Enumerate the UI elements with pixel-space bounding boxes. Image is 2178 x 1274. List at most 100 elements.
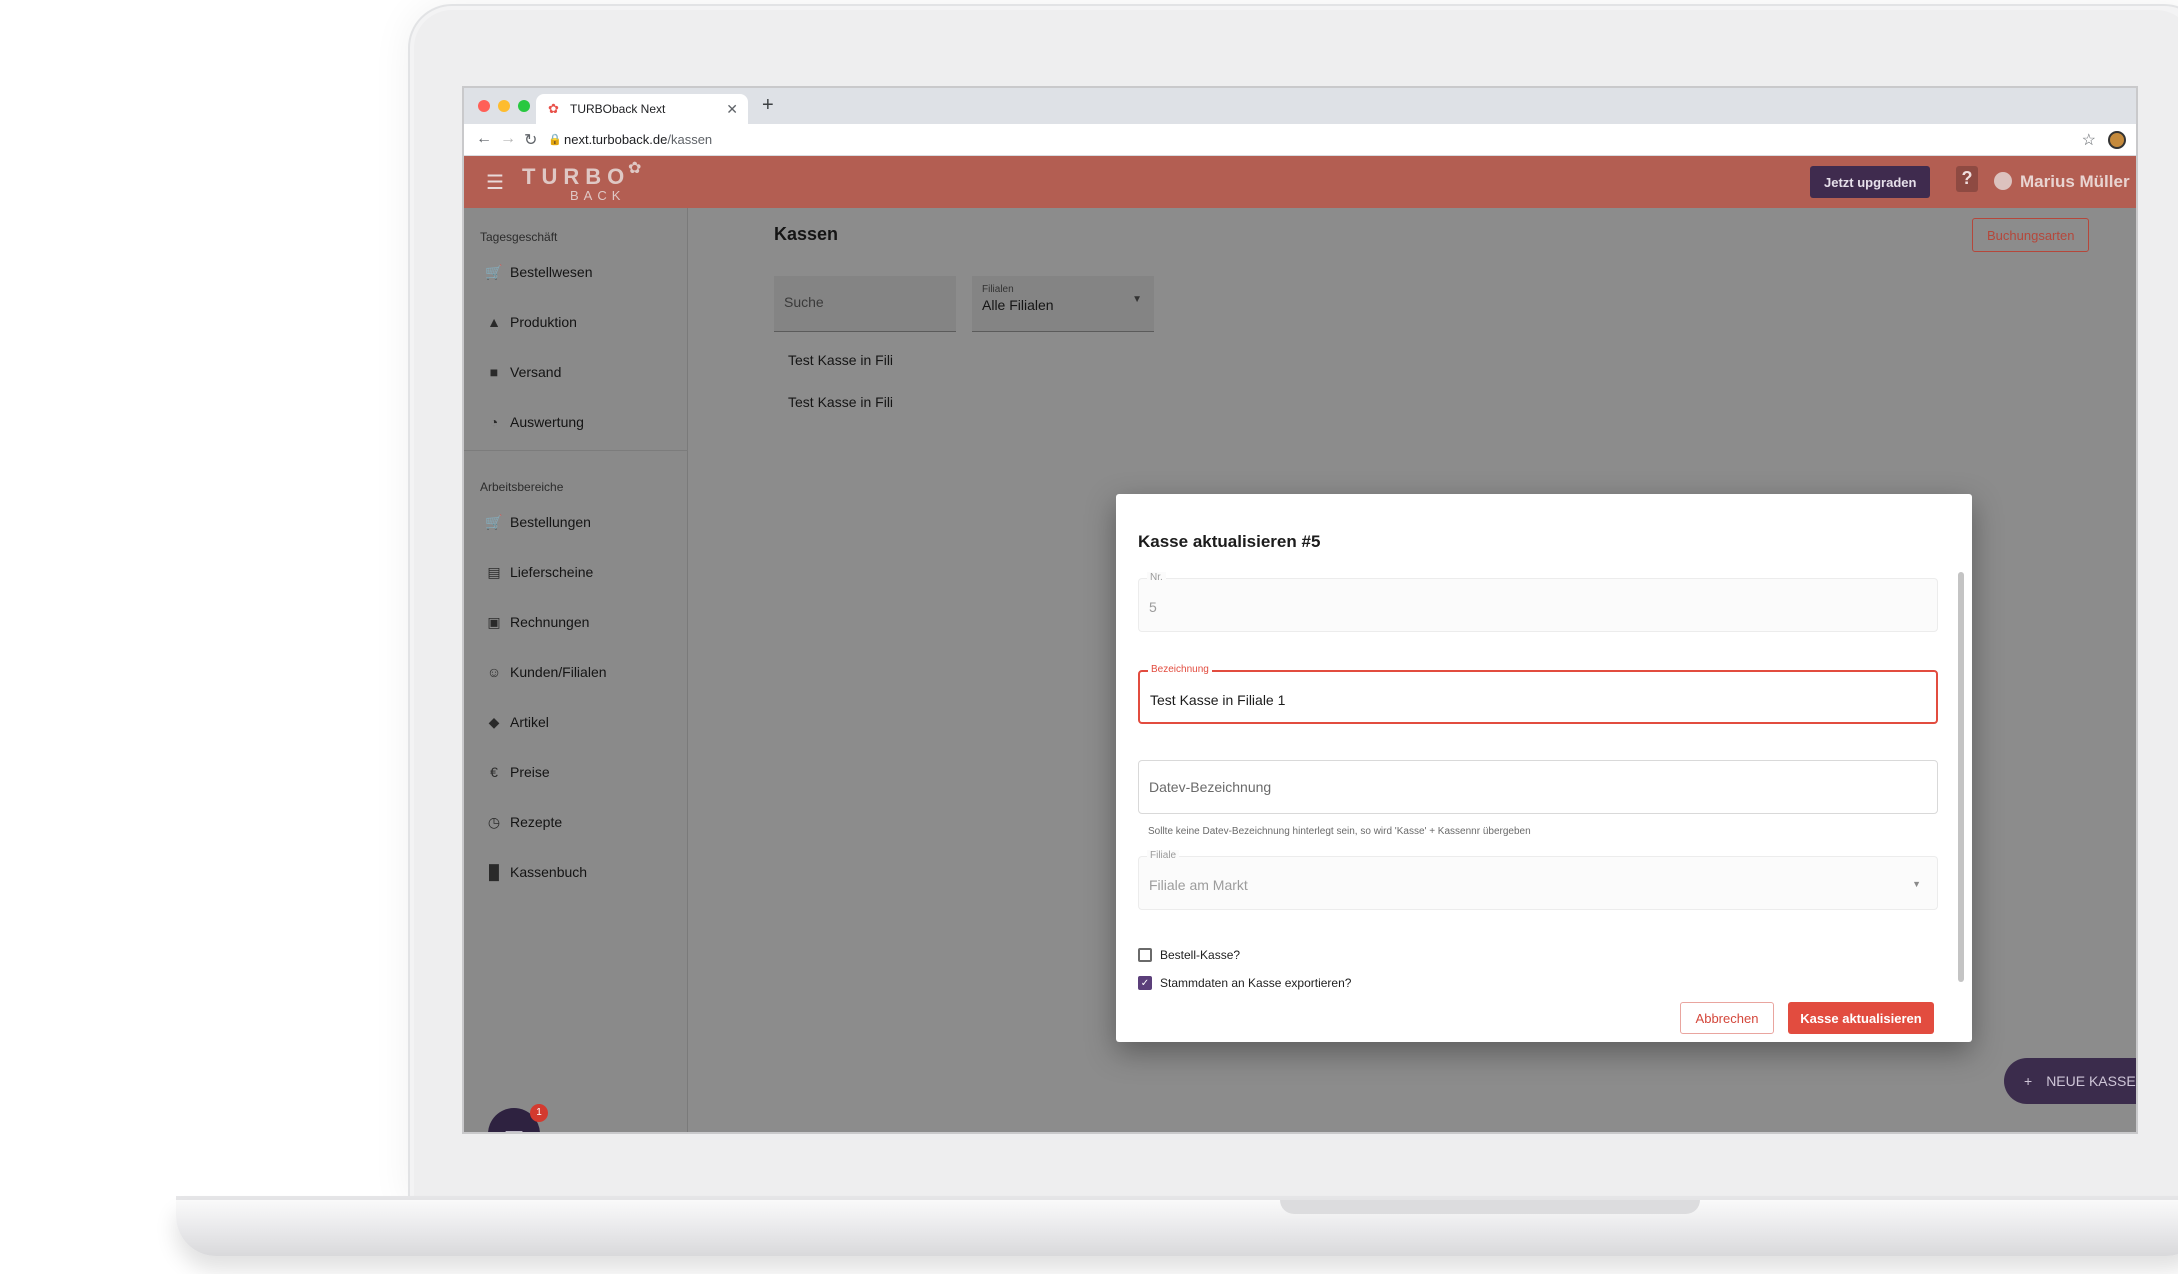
- reload-icon[interactable]: ↻: [524, 130, 537, 150]
- dropdown-caret-icon: ▼: [1132, 294, 1142, 305]
- sidebar-section-tagesgeschaeft: Tagesgeschäft: [480, 230, 558, 244]
- update-kasse-dialog: Kasse aktualisieren #5 Nr. 5 Bezeichnung…: [1116, 494, 1972, 1042]
- sidebar-item-label: Artikel: [510, 714, 549, 730]
- sidebar-item-label: Produktion: [510, 314, 577, 330]
- dropdown-caret-icon: ▼: [1912, 879, 1921, 889]
- stammdaten-export-checkbox-row[interactable]: ✓ Stammdaten an Kasse exportieren?: [1138, 976, 1351, 990]
- sidebar-item-kunden-filialen[interactable]: ☺ Kunden/Filialen: [484, 660, 607, 684]
- bookmark-star-icon[interactable]: ☆: [2082, 130, 2096, 150]
- turboback-logo[interactable]: TURBO BACK: [522, 164, 630, 203]
- sidebar-item-rechnungen[interactable]: ▣ Rechnungen: [484, 610, 589, 634]
- logo-mark-icon: ✿: [628, 160, 642, 177]
- bezeichnung-field[interactable]: Bezeichnung Test Kasse in Filiale 1: [1138, 664, 1938, 724]
- new-kasse-button[interactable]: + NEUE KASSE: [2004, 1058, 2136, 1104]
- bestell-kasse-checkbox[interactable]: [1138, 948, 1152, 962]
- sidebar-item-rezepte[interactable]: ◷ Rezepte: [484, 810, 562, 834]
- truck-icon: ■: [489, 364, 499, 380]
- logo-text-main: TURBO: [522, 164, 631, 189]
- user-name[interactable]: Marius Müller: [2020, 172, 2130, 192]
- close-tab-icon[interactable]: ✕: [726, 101, 738, 118]
- back-arrow-icon[interactable]: ←: [476, 130, 492, 148]
- browser-tab-title: TURBOback Next: [570, 102, 666, 116]
- menu-icon[interactable]: ☰: [486, 170, 504, 195]
- stammdaten-export-checkbox[interactable]: ✓: [1138, 976, 1152, 990]
- chat-unread-badge: 1: [530, 1104, 548, 1122]
- favicon-icon: ✿: [548, 101, 559, 116]
- plus-icon: +: [2024, 1073, 2033, 1089]
- list-item[interactable]: Test Kasse in Fili: [788, 394, 893, 410]
- datev-helper-text: Sollte keine Datev-Bezeichnung hinterleg…: [1148, 826, 1531, 837]
- chat-icon: ▭: [503, 1121, 525, 1134]
- bestell-kasse-checkbox-row[interactable]: Bestell-Kasse?: [1138, 948, 1240, 962]
- filiale-filter-select[interactable]: Filialen Alle Filialen ▼: [972, 276, 1154, 332]
- sidebar-item-label: Kunden/Filialen: [510, 664, 607, 680]
- sidebar-item-versand[interactable]: ■ Versand: [484, 360, 562, 384]
- upgrade-button[interactable]: Jetzt upgraden: [1810, 166, 1931, 198]
- sidebar-item-label: Lieferscheine: [510, 564, 594, 580]
- datev-bezeichnung-field[interactable]: Datev-Bezeichnung: [1138, 760, 1938, 814]
- sidebar-item-produktion[interactable]: ▲ Produktion: [484, 310, 577, 334]
- url-path: /kassen: [667, 132, 713, 147]
- window-minimize-dot[interactable]: [498, 100, 510, 112]
- filiale-select: Filiale Filiale am Markt ▼: [1138, 850, 1938, 910]
- dialog-scrollbar[interactable]: [1958, 572, 1964, 982]
- laptop-notch: [1280, 1200, 1700, 1214]
- datev-placeholder: Datev-Bezeichnung: [1149, 779, 1272, 795]
- sidebar-item-auswertung[interactable]: ◔ Auswertung: [484, 410, 584, 434]
- new-kasse-label: NEUE KASSE: [2046, 1073, 2136, 1089]
- sidebar-item-kassenbuch[interactable]: █ Kassenbuch: [484, 860, 587, 884]
- wallet-icon: ▣: [487, 613, 501, 630]
- main-content: Kassen Buchungsarten Suche Filialen Alle…: [688, 208, 2136, 1132]
- laptop-base: [176, 1200, 2178, 1256]
- forward-arrow-icon[interactable]: →: [500, 130, 516, 148]
- tag-icon: ◆: [488, 713, 500, 730]
- book-icon: █: [489, 864, 499, 880]
- cancel-button[interactable]: Abbrechen: [1680, 1002, 1774, 1034]
- sidebar: Tagesgeschäft 🛒 Bestellwesen ▲ Produktio…: [464, 208, 688, 1134]
- euro-icon: €: [490, 764, 498, 780]
- url-field[interactable]: next.turboback.de/kassen: [564, 132, 712, 147]
- list-item[interactable]: Test Kasse in Fili: [788, 352, 893, 368]
- browser-tab[interactable]: ✿ TURBOback Next ✕: [536, 94, 748, 124]
- clock-icon: ◷: [487, 813, 501, 830]
- sidebar-item-preise[interactable]: € Preise: [484, 760, 550, 784]
- browser-tab-bar: ✿ TURBOback Next ✕ +: [464, 88, 2136, 124]
- buchungsarten-button[interactable]: Buchungsarten: [1972, 218, 2090, 252]
- sidebar-item-label: Auswertung: [510, 414, 584, 430]
- sidebar-divider: [464, 450, 688, 451]
- stammdaten-export-label: Stammdaten an Kasse exportieren?: [1160, 976, 1352, 990]
- sidebar-item-label: Preise: [510, 764, 550, 780]
- window-close-dot[interactable]: [478, 100, 490, 112]
- dialog-title: Kasse aktualisieren #5: [1138, 532, 1321, 551]
- sidebar-item-label: Versand: [510, 364, 562, 380]
- profile-avatar[interactable]: [2108, 131, 2126, 149]
- sidebar-item-bestellwesen[interactable]: 🛒 Bestellwesen: [484, 260, 593, 284]
- calendar-icon: ▤: [487, 563, 501, 580]
- sidebar-item-artikel[interactable]: ◆ Artikel: [484, 710, 549, 734]
- search-input[interactable]: Suche: [774, 276, 956, 332]
- sidebar-item-label: Bestellungen: [510, 514, 591, 530]
- filiale-value: Filiale am Markt: [1149, 877, 1248, 893]
- page-title: Kassen: [774, 224, 839, 244]
- sidebar-item-label: Rechnungen: [510, 614, 590, 630]
- window-maximize-dot[interactable]: [518, 100, 530, 112]
- cart-icon: 🛒: [485, 513, 503, 530]
- cart-icon: 🛒: [485, 263, 503, 280]
- nr-label: Nr.: [1147, 572, 1166, 583]
- user-account-icon[interactable]: [1994, 172, 2012, 190]
- sidebar-item-bestellungen[interactable]: 🛒 Bestellungen: [484, 510, 591, 534]
- app-header: ☰ TURBO BACK ✿ Jetzt upgraden ? Marius M…: [464, 156, 2136, 208]
- filter-label: Filialen: [982, 284, 1014, 295]
- update-kasse-button[interactable]: Kasse aktualisieren: [1788, 1002, 1934, 1034]
- new-tab-icon[interactable]: +: [762, 94, 774, 117]
- bezeichnung-value: Test Kasse in Filiale 1: [1150, 692, 1286, 708]
- lock-icon: 🔒: [548, 134, 562, 146]
- filter-value: Alle Filialen: [982, 297, 1054, 313]
- sidebar-item-label: Bestellwesen: [510, 264, 593, 280]
- browser-address-bar: ← → ↻ 🔒 next.turboback.de/kassen ☆: [464, 124, 2136, 156]
- pie-chart-icon: ◔: [489, 414, 499, 430]
- person-icon: ☺: [486, 664, 502, 680]
- help-icon[interactable]: ?: [1956, 166, 1978, 192]
- url-host: next.turboback.de: [564, 132, 668, 147]
- sidebar-item-lieferscheine[interactable]: ▤ Lieferscheine: [484, 560, 593, 584]
